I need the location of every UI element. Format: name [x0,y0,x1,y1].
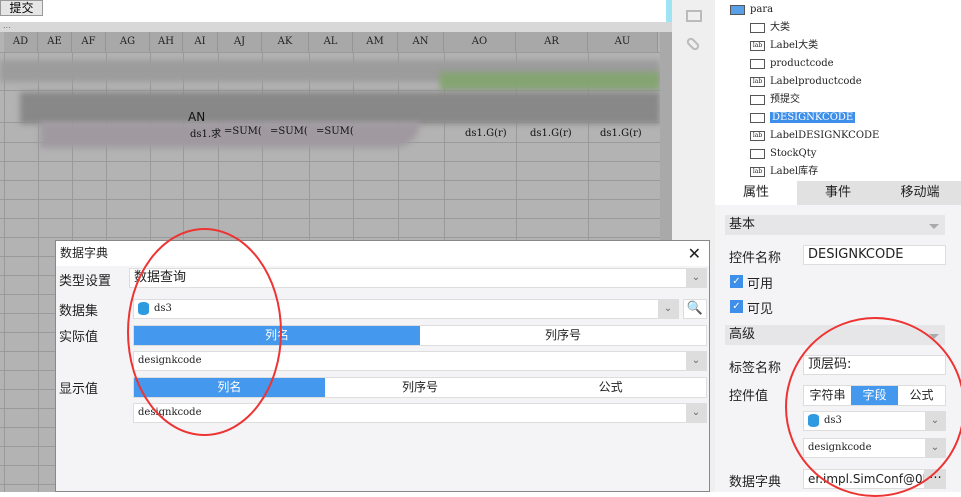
link-icon[interactable] [685,36,701,52]
grid-line [4,52,5,492]
tree-item-label: Label库存 [770,166,819,177]
tree-item[interactable]: productcode [750,56,834,72]
actual-label: 实际值 [59,330,99,345]
column-header[interactable]: AH [150,32,183,52]
cell-aj[interactable]: =SUM( [224,126,262,137]
column-header[interactable]: AI [183,32,218,52]
tree-item[interactable]: 预提交 [750,92,800,108]
column-header[interactable]: AR [516,32,588,52]
value-label: 控件值 [729,389,769,404]
grid-line [0,218,660,219]
tree-item[interactable]: para [730,2,774,18]
tree-item[interactable]: DESIGNKCODE [750,110,856,126]
cell-ao[interactable]: ds1.G(r) [465,128,507,139]
cell-al[interactable]: =SUM( [316,126,354,137]
type-label: 类型设置 [59,274,112,289]
name-label: 控件名称 [729,251,782,266]
display-label: 显示值 [59,382,99,397]
tree-item[interactable]: lab Labelproductcode [750,74,862,90]
dialog-title: 数据字典 [60,246,109,260]
label-icon: lab [750,167,765,177]
column-header[interactable]: AL [309,32,353,52]
parameter-pane-icon [730,5,745,15]
column-header[interactable]: AK [262,32,309,52]
tag-label: 标签名称 [729,361,782,376]
enabled-label: 可用 [747,277,774,292]
widget-tree: para 大类 lab Label大类 productcode lab Labelprodu… [715,0,961,177]
tab-events[interactable]: 事件 [797,181,879,205]
tree-item-label: para [750,4,774,15]
label-icon: lab [750,41,765,51]
chevron-down-icon[interactable]: ⌄ [658,300,678,318]
column-header[interactable]: AO [444,32,516,52]
cell-au[interactable]: ds1.G(r) [600,128,642,139]
label-icon: lab [750,77,765,87]
annotation-circle [785,317,961,497]
visible-checkbox[interactable]: ✓ [730,300,743,313]
name-input[interactable]: DESIGNKCODE [803,245,946,265]
column-header[interactable]: AU [588,32,658,52]
tree-item[interactable]: lab LabelDESIGNKCODE [750,128,880,144]
close-icon[interactable]: ✕ [688,241,701,266]
tree-item-label: Label大类 [770,40,819,51]
tree-item-label: 大类 [770,22,790,33]
widget-list-icon[interactable] [686,10,702,22]
chevron-down-icon[interactable]: ⌄ [686,404,706,422]
column-header[interactable]: AM [353,32,398,52]
property-tabs: 属性 事件 移动端 [715,181,961,205]
tree-item-label: LabelDESIGNKCODE [770,130,880,141]
column-header[interactable]: AE [38,32,72,52]
tab-properties[interactable]: 属性 [715,181,797,205]
tree-item-label: DESIGNKCODE [770,112,856,123]
annotation-circle [127,228,282,436]
tree-item-label: 预提交 [770,94,800,105]
preview-dataset-button[interactable]: 🔍 [683,299,707,319]
textfield-icon [750,59,765,69]
tree-item-label: Labelproductcode [770,76,862,87]
column-header[interactable]: AN [398,32,444,52]
grid-line [0,199,660,200]
button-icon [750,95,765,105]
display-mode-column-index[interactable]: 列序号 [325,378,516,397]
tree-item[interactable]: lab Label库存 [750,164,819,180]
display-mode-formula[interactable]: 公式 [515,378,706,397]
combobox-icon [750,23,765,33]
grid-line [0,161,660,162]
enabled-checkbox[interactable]: ✓ [730,275,743,288]
tree-item[interactable]: lab Label大类 [750,38,819,54]
preview-strip [0,0,680,22]
tree-item[interactable]: StockQty [750,146,817,162]
grid-line [0,180,660,181]
column-header[interactable]: AD [4,32,38,52]
chevron-down-icon[interactable]: ⌄ [686,269,706,287]
tab-mobile[interactable]: 移动端 [879,181,961,205]
column-header[interactable]: AF [72,32,106,52]
combobox-icon [750,113,765,123]
dict-label: 数据字典 [729,475,782,490]
submit-button[interactable]: 提交 [0,0,43,16]
tree-item[interactable]: 大类 [750,20,790,36]
column-header[interactable]: AG [106,32,150,52]
actual-mode-column-index[interactable]: 列序号 [420,326,706,345]
tree-item-label: StockQty [770,148,817,159]
grid-line [0,52,660,53]
textfield-icon [750,149,765,159]
label-icon: lab [750,131,765,141]
grid-line [0,90,660,91]
column-header[interactable]: AJ [218,32,262,52]
splitter-grip[interactable]: ... [0,22,680,32]
cell-ak[interactable]: =SUM( [270,126,308,137]
dataset-label: 数据集 [59,304,99,319]
cell-ar[interactable]: ds1.G(r) [530,128,572,139]
blurred-green-band [440,72,660,90]
cell-an-label: AN [188,110,206,124]
tree-item-label: productcode [770,58,834,69]
blurred-row [20,92,660,124]
visible-label: 可见 [747,302,774,317]
chevron-down-icon[interactable]: ⌄ [686,352,706,370]
cell-ai[interactable]: ds1.求 [190,125,221,140]
section-basic[interactable]: 基本 [725,215,945,235]
grid-line [0,237,660,238]
